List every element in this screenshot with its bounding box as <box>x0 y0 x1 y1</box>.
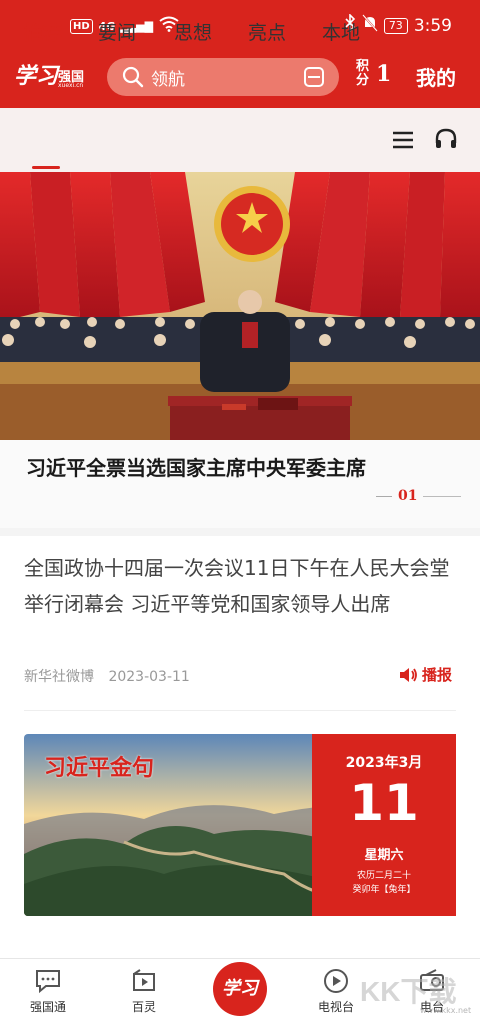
broadcast-button[interactable]: 播报 <box>398 664 452 685</box>
quote-card-title: 习近平金句 <box>44 755 155 781</box>
nav-qiangguotong[interactable]: 强国通 <box>18 968 78 1015</box>
search-bar[interactable]: 领航 <box>107 58 339 96</box>
article-source: 新华社微博 <box>24 669 94 685</box>
status-bar: HD 4G ▂▃▅▇ 73 3:59 <box>0 0 480 50</box>
date-day: 11 <box>349 774 419 832</box>
tab-news[interactable]: 要闻 <box>98 18 136 45</box>
headphones-icon[interactable] <box>434 127 458 151</box>
mute-bell-icon <box>362 14 378 37</box>
tab-highlights[interactable]: 亮点 <box>248 18 286 45</box>
active-tab-indicator <box>32 166 60 169</box>
hero-headline[interactable]: 习近平全票当选国家主席中央军委主席 <box>26 452 366 481</box>
battery-indicator: 73 <box>383 17 408 34</box>
search-icon <box>122 66 144 88</box>
search-placeholder: 领航 <box>151 69 185 90</box>
speaker-icon <box>400 667 417 682</box>
date-ganzhi: 癸卯年【兔年】 <box>352 885 416 895</box>
video-icon <box>133 969 155 991</box>
article-headline[interactable]: 全国政协十四届一次会议11日下午在人民大会堂举行闭幕会 习近平等党和国家领导人出… <box>24 550 454 622</box>
nav-tv[interactable]: 电视台 <box>306 968 366 1015</box>
date-month: 2023年3月 <box>345 755 423 771</box>
hero-image[interactable] <box>0 172 480 440</box>
hd-badge: HD <box>70 18 93 34</box>
date-panel: 2023年3月 11 星期六 农历二月二十 癸卯年【兔年】 <box>312 734 456 916</box>
divider <box>24 710 456 711</box>
watermark-url: www.kkx.net <box>420 1006 472 1015</box>
clock: 3:59 <box>413 15 452 36</box>
nav-study[interactable]: 学习 <box>213 962 267 1016</box>
article-date: 2023-03-11 <box>108 669 190 685</box>
chat-icon <box>36 970 60 994</box>
points-label: 积分 <box>356 59 370 88</box>
carousel-pager: 01 <box>376 488 462 504</box>
tab-thought[interactable]: 思想 <box>174 18 212 45</box>
date-weekday: 星期六 <box>364 848 404 863</box>
app-logo[interactable]: 学习 强国 xuexi.cn <box>14 58 94 94</box>
tab-recommend[interactable]: 推荐 <box>24 18 62 45</box>
date-lunar: 农历二月二十 <box>356 871 411 881</box>
nav-bailing[interactable]: 百灵 <box>114 968 174 1015</box>
carousel-page-number: 01 <box>398 488 418 504</box>
menu-icon[interactable] <box>392 130 414 150</box>
points-button[interactable]: 积分 1 <box>356 60 391 88</box>
play-icon <box>324 969 348 993</box>
broadcast-label: 播报 <box>422 666 453 684</box>
mine-button[interactable]: 我的 <box>416 62 456 91</box>
tab-local[interactable]: 本地 <box>322 18 360 45</box>
watermark: KK下载 <box>360 976 457 1007</box>
points-value: 1 <box>376 61 392 87</box>
scan-icon[interactable] <box>303 66 325 88</box>
article-meta: 新华社微博 2023-03-11 <box>24 666 190 686</box>
